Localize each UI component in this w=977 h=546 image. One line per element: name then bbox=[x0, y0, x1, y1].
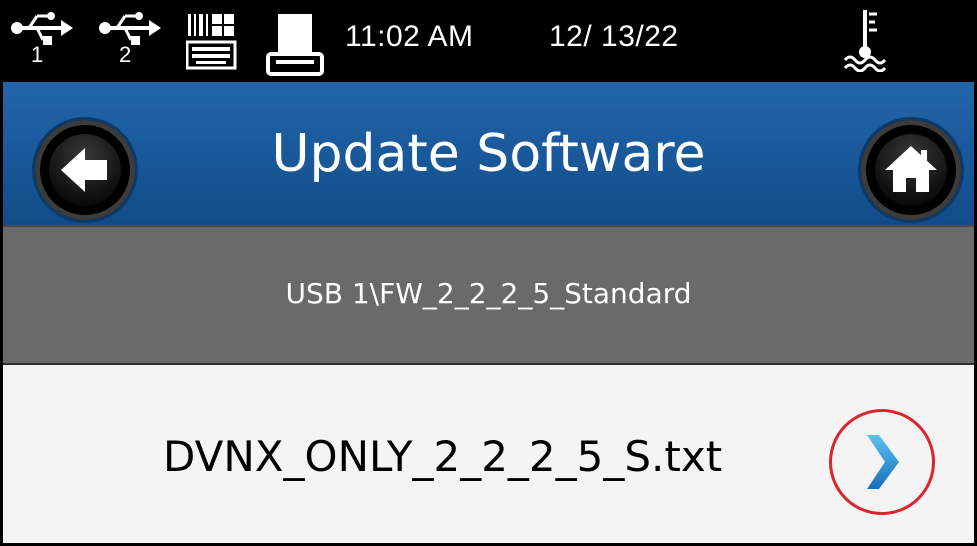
usb-port-number: 2 bbox=[119, 42, 132, 67]
printer-icon bbox=[266, 12, 326, 78]
open-file-button[interactable] bbox=[829, 409, 935, 515]
file-name: DVNX_ONLY_2_2_2_5_S.txt bbox=[163, 432, 723, 481]
page-title: Update Software bbox=[271, 124, 706, 184]
status-bar: 1 2 11:02 AM 12/ 13/22 bbox=[3, 0, 974, 82]
home-icon bbox=[885, 146, 937, 192]
keyboard-icon bbox=[185, 12, 238, 72]
chevron-right-icon bbox=[867, 435, 899, 489]
current-path-bar: USB 1\FW_2_2_2_5_Standard bbox=[3, 225, 974, 365]
device-screen: 1 2 11:02 AM 12/ 13/22 Update Software U… bbox=[0, 0, 977, 546]
file-list-item[interactable]: DVNX_ONLY_2_2_2_5_S.txt bbox=[3, 366, 974, 543]
current-path: USB 1\FW_2_2_2_5_Standard bbox=[285, 277, 692, 310]
home-button[interactable] bbox=[861, 120, 961, 220]
header-bar: Update Software bbox=[3, 82, 974, 225]
usb-port-1: 1 bbox=[11, 8, 81, 78]
usb-port-2: 2 bbox=[99, 8, 169, 78]
status-date: 12/ 13/22 bbox=[549, 20, 679, 53]
status-time: 11:02 AM bbox=[345, 20, 474, 53]
temperature-icon bbox=[841, 6, 889, 73]
usb-port-number: 1 bbox=[31, 42, 44, 67]
